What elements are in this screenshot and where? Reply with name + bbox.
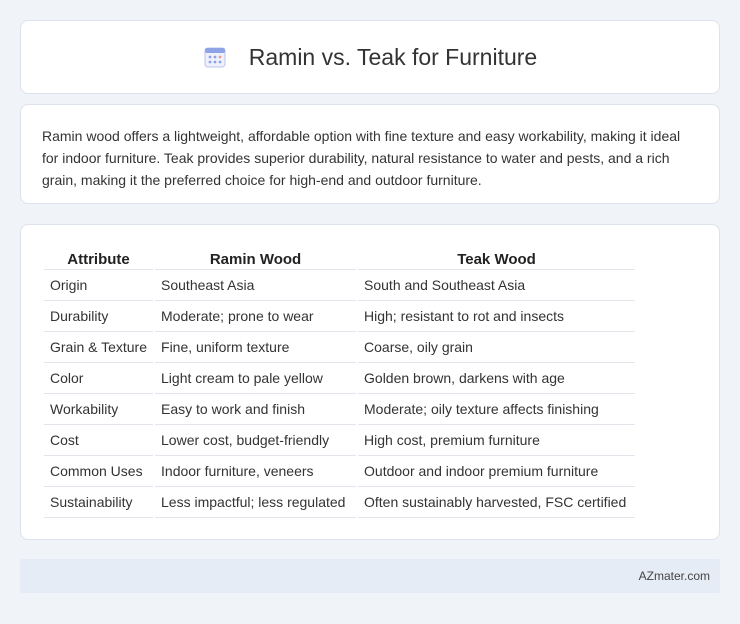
table-cell-teak: South and Southeast Asia [358, 270, 636, 301]
table-cell-teak: Moderate; oily texture affects finishing [358, 394, 636, 425]
table-cell-attribute: Grain & Texture [44, 332, 154, 363]
intro-card: Ramin wood offers a lightweight, afforda… [20, 104, 720, 204]
header-card: Ramin vs. Teak for Furniture [20, 20, 720, 94]
table-cell-attribute: Workability [44, 394, 154, 425]
table-cell-ramin: Southeast Asia [155, 270, 357, 301]
comparison-table-card: Attribute Ramin Wood Teak Wood Origin So… [20, 224, 720, 540]
table-cell-teak: Often sustainably harvested, FSC certifi… [358, 487, 636, 518]
table-cell-ramin: Lower cost, budget-friendly [155, 425, 357, 456]
table-row: Origin Southeast Asia South and Southeas… [44, 270, 636, 301]
table-cell-teak: High; resistant to rot and insects [358, 301, 636, 332]
intro-text: Ramin wood offers a lightweight, afforda… [42, 128, 681, 188]
table-row: Grain & Texture Fine, uniform texture Co… [44, 332, 636, 363]
table-cell-ramin: Light cream to pale yellow [155, 363, 357, 394]
table-cell-attribute: Origin [44, 270, 154, 301]
table-cell-ramin: Easy to work and finish [155, 394, 357, 425]
table-cell-attribute: Cost [44, 425, 154, 456]
table-cell-teak: Golden brown, darkens with age [358, 363, 636, 394]
table-cell-ramin: Less impactful; less regulated [155, 487, 357, 518]
calendar-icon [203, 45, 227, 69]
page-title: Ramin vs. Teak for Furniture [248, 43, 538, 70]
table-cell-attribute: Sustainability [44, 487, 154, 518]
comparison-table: Attribute Ramin Wood Teak Wood Origin So… [42, 245, 637, 518]
table-row: Durability Moderate; prone to wear High;… [44, 301, 636, 332]
table-row: Common Uses Indoor furniture, veneers Ou… [44, 456, 636, 487]
table-cell-attribute: Durability [44, 301, 154, 332]
column-header-ramin: Ramin Wood [155, 245, 357, 270]
column-header-attribute: Attribute [44, 245, 154, 270]
table-cell-ramin: Fine, uniform texture [155, 332, 357, 363]
table-row: Sustainability Less impactful; less regu… [44, 487, 636, 518]
table-cell-teak: Coarse, oily grain [358, 332, 636, 363]
table-row: Color Light cream to pale yellow Golden … [44, 363, 636, 394]
table-row: Workability Easy to work and finish Mode… [44, 394, 636, 425]
footer-bar: AZmater.com [20, 559, 720, 593]
table-cell-attribute: Common Uses [44, 456, 154, 487]
column-header-teak: Teak Wood [358, 245, 636, 270]
table-cell-teak: High cost, premium furniture [358, 425, 636, 456]
table-cell-attribute: Color [44, 363, 154, 394]
table-cell-ramin: Indoor furniture, veneers [155, 456, 357, 487]
footer-brand-link[interactable]: AZmater.com [639, 569, 710, 583]
table-row: Cost Lower cost, budget-friendly High co… [44, 425, 636, 456]
table-header-row: Attribute Ramin Wood Teak Wood [44, 245, 636, 270]
table-cell-teak: Outdoor and indoor premium furniture [358, 456, 636, 487]
table-cell-ramin: Moderate; prone to wear [155, 301, 357, 332]
